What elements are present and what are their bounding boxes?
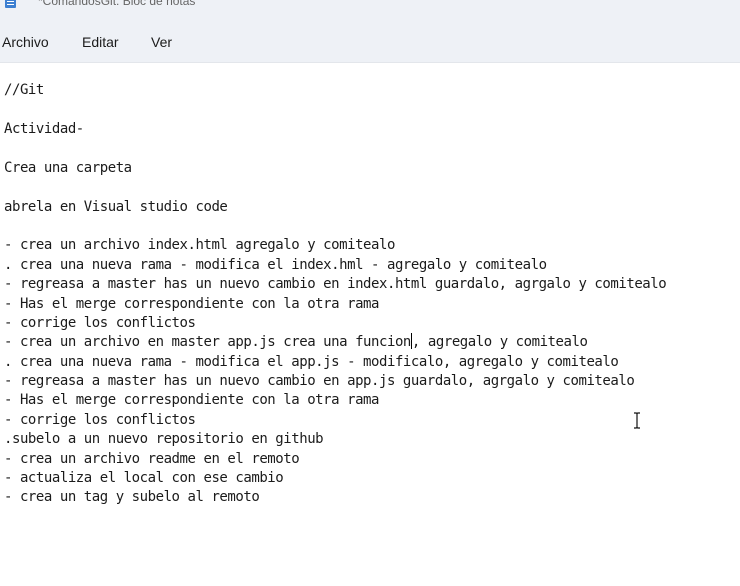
text-line: Crea una carpeta: [4, 160, 132, 176]
text-line: - Has el merge correspondiente con la ot…: [4, 296, 379, 312]
menu-bar: Archivo Editar Ver: [0, 26, 740, 63]
text-line: - crea un archivo readme en el remoto: [4, 451, 300, 467]
text-line: . crea una nueva rama - modifica el inde…: [4, 257, 547, 273]
title-bar: *ComandosGit: Bloc de notas: [0, 0, 740, 26]
text-cursor-icon: [634, 412, 640, 429]
notepad-icon: [5, 0, 16, 8]
text-line: - regreasa a master has un nuevo cambio …: [4, 373, 635, 389]
text-line: - corrige los conflictos: [4, 412, 196, 428]
text-segment-before-caret: - crea un archivo en master app.js crea …: [4, 334, 411, 350]
text-editor[interactable]: //Git Actividad- Crea una carpeta abrela…: [0, 63, 740, 586]
text-line: - Has el merge correspondiente con la ot…: [4, 392, 379, 408]
text-line: abrela en Visual studio code: [4, 199, 228, 215]
text-line: - actualiza el local con ese cambio: [4, 470, 284, 486]
text-line: - crea un tag y subelo al remoto: [4, 489, 260, 505]
menu-archivo[interactable]: Archivo: [2, 34, 49, 54]
text-segment-after-caret: , agregalo y comitealo: [411, 334, 588, 350]
text-line-with-caret: - crea un archivo en master app.js crea …: [4, 333, 588, 352]
window-title: *ComandosGit: Bloc de notas: [38, 0, 196, 8]
text-line: .subelo a un nuevo repositorio en github: [4, 431, 324, 447]
text-line: //Git: [4, 82, 44, 98]
text-line: . crea una nueva rama - modifica el app.…: [4, 354, 619, 370]
menu-ver[interactable]: Ver: [151, 34, 172, 54]
menu-editar[interactable]: Editar: [82, 34, 119, 54]
text-line: - corrige los conflictos: [4, 315, 196, 331]
text-line: - regreasa a master has un nuevo cambio …: [4, 276, 667, 292]
text-line: Actividad-: [4, 121, 84, 137]
text-line: - crea un archivo index.html agregalo y …: [4, 237, 395, 253]
